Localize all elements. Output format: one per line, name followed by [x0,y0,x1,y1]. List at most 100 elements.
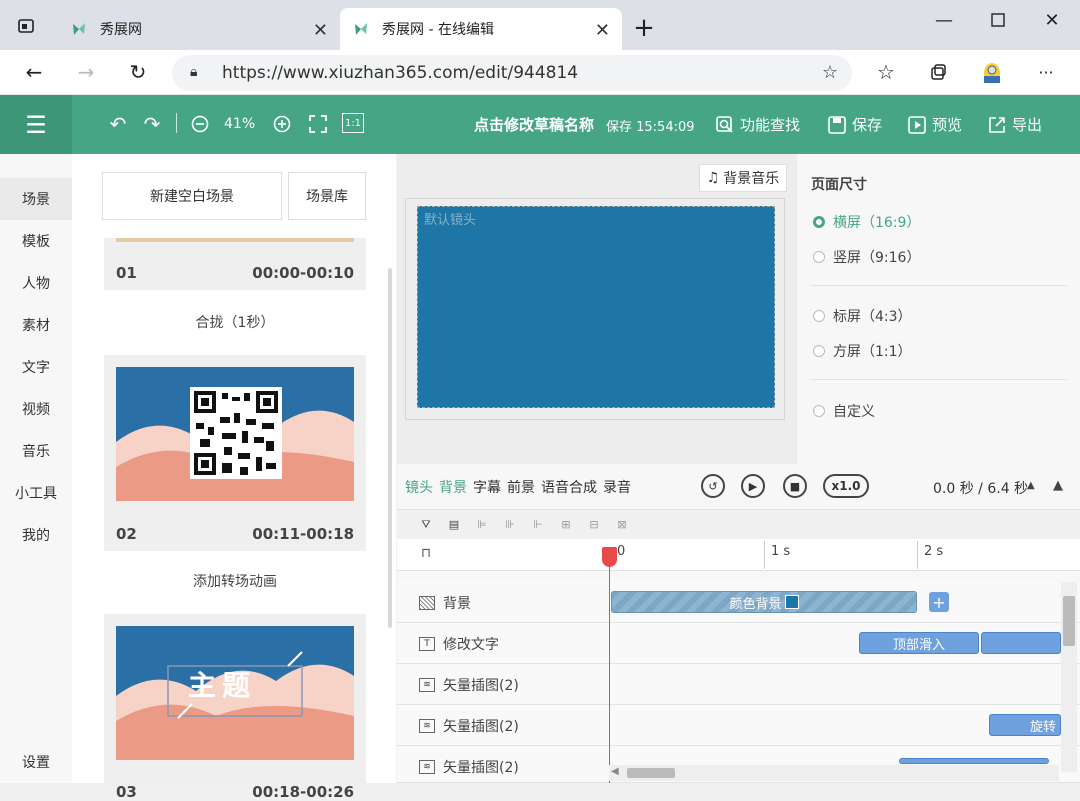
sidebar-item-settings[interactable]: 设置 [0,741,72,783]
animation-clip[interactable]: 顶部滑入 [859,632,979,654]
more-menu-icon[interactable]: ··· [1030,56,1062,88]
sidebar-item-mine[interactable]: 我的 [0,514,72,556]
scene-card-1[interactable]: 01 00:00-00:10 [104,238,366,290]
reload-button[interactable]: ↻ [122,56,154,88]
animation-clip[interactable] [981,632,1061,654]
undo-icon[interactable]: ↶ [106,112,130,136]
left-sidebar: 场景 模板 人物 素材 文字 视频 音乐 小工具 我的 设置 [0,154,72,783]
tab-background[interactable]: 背景 [439,477,467,497]
zoom-in-timeline-icon[interactable]: ▲ [1053,478,1063,493]
fit-screen-icon[interactable] [306,112,330,136]
save-button[interactable]: 保存 [828,114,882,135]
sidebar-item-material[interactable]: 素材 [0,304,72,346]
tab-foreground[interactable]: 前景 [507,477,535,497]
draft-title[interactable]: 点击修改草稿名称 [474,114,594,135]
sidebar-item-music[interactable]: 音乐 [0,430,72,472]
zoom-out-timeline-icon[interactable]: ▲ [1027,480,1035,491]
sidebar-item-video[interactable]: 视频 [0,388,72,430]
layers-icon[interactable]: ▤ [447,518,461,531]
radio-portrait[interactable]: 竖屏（9:16） [813,247,920,267]
export-button[interactable]: 导出 [988,114,1042,135]
hamburger-menu-icon[interactable]: ☰ [0,95,72,154]
zoom-out-icon[interactable] [188,112,212,136]
track-row: 背景 颜色背景 + [397,582,1080,623]
playhead-handle[interactable] [602,547,617,567]
timeline-panel: 镜头 背景 字幕 前景 语音合成 录音 ↺ ▶ ■ x1.0 0.0 秒 / 6… [397,464,1080,783]
ruler-label-2: 2 s [924,544,944,559]
preview-button[interactable]: 预览 [908,114,962,135]
scroll-left-icon[interactable]: ◀ [611,766,619,777]
timeline-vertical-scrollbar[interactable] [1061,582,1077,772]
back-button[interactable]: ← [18,56,50,88]
sidebar-item-tools[interactable]: 小工具 [0,472,72,514]
sidebar-item-template[interactable]: 模板 [0,220,72,262]
forward-button[interactable]: → [70,56,102,88]
tab-shot[interactable]: 镜头 [405,477,433,497]
new-blank-scene-button[interactable]: 新建空白场景 [102,172,282,220]
zoom-in-icon[interactable] [270,112,294,136]
tab-actions-icon[interactable] [14,14,38,38]
add-clip-button[interactable]: + [929,592,949,612]
tab-2-active[interactable]: 秀展网 - 在线编辑 ✕ [340,8,622,50]
transition-label[interactable]: 合拢（1秒） [104,312,366,332]
site-logo-icon [73,23,85,35]
sidebar-item-character[interactable]: 人物 [0,262,72,304]
favorite-add-icon[interactable]: ☆ [822,62,838,83]
track-label: 背景 [419,582,471,623]
favorites-icon[interactable]: ☆ [870,56,902,88]
magnet-icon[interactable]: ⊓ [421,546,431,561]
speed-button[interactable]: x1.0 [823,474,869,498]
background-icon [419,595,435,610]
rotate-clip[interactable]: 旋转 [989,714,1061,736]
actual-size-button[interactable]: 1:1 [342,113,364,133]
maximize-button[interactable] [982,4,1014,36]
scrollbar-thumb[interactable] [1063,596,1075,646]
stage-canvas[interactable]: 默认镜头 [417,206,775,408]
stack-up-icon[interactable]: ⊟ [587,518,601,531]
color-background-clip[interactable]: 颜色背景 [611,591,917,613]
profile-avatar[interactable] [976,56,1008,88]
redo-icon[interactable]: ↷ [140,112,164,136]
radio-dot [813,216,825,228]
find-feature-button[interactable]: 功能查找 [716,114,800,135]
tab-1[interactable]: 秀展网 ✕ [58,8,340,50]
color-swatch[interactable] [784,595,799,609]
scene-panel-scrollbar[interactable] [388,268,392,628]
close-icon[interactable]: ✕ [313,20,328,41]
scrollbar-thumb[interactable] [627,768,675,778]
sidebar-item-scene[interactable]: 场景 [0,178,72,220]
timeline-horizontal-scrollbar[interactable]: ◀ [609,765,1059,781]
tab-subtitle[interactable]: 字幕 [473,477,501,497]
window-close-button[interactable]: ✕ [1036,4,1068,36]
replay-icon[interactable]: ↺ [701,474,725,498]
background-music-button[interactable]: ♫ 背景音乐 [699,164,787,192]
collections-icon[interactable] [922,56,954,88]
new-tab-button[interactable]: + [628,12,660,44]
stop-icon[interactable]: ■ [783,474,807,498]
save-status: 保存 15:54:09 [606,120,695,135]
stack-down-icon[interactable]: ⊠ [615,518,629,531]
scene-library-button[interactable]: 场景库 [288,172,366,220]
scene-card-3[interactable]: 主题 03 00:18-00:26 [104,614,366,801]
distribute-icon[interactable]: ⊞ [559,518,573,531]
filter-icon[interactable]: ⛛ [419,518,433,531]
radio-standard[interactable]: 标屏（4:3） [813,306,912,326]
tab-tts[interactable]: 语音合成 [541,477,597,497]
play-icon[interactable]: ▶ [741,474,765,498]
scene-card-2[interactable]: 02 00:11-00:18 [104,355,366,551]
radio-square[interactable]: 方屏（1:1） [813,341,912,361]
radio-custom[interactable]: 自定义 [813,401,875,421]
minimize-button[interactable]: — [928,4,960,36]
canvas-area: ♫ 背景音乐 默认镜头 [397,154,797,464]
url-field[interactable]: 🔒︎ https://www.xiuzhan365.com/edit/94481… [172,55,852,91]
radio-landscape[interactable]: 横屏（16:9） [813,212,920,232]
animation-clip[interactable] [899,758,1049,764]
add-transition-link[interactable]: 添加转场动画 [104,571,366,591]
align-left-icon[interactable]: ⊫ [475,518,489,531]
align-right-icon[interactable]: ⊩ [531,518,545,531]
sidebar-item-text[interactable]: 文字 [0,346,72,388]
close-icon[interactable]: ✕ [595,20,610,41]
align-center-icon[interactable]: ⊪ [503,518,517,531]
tab-record[interactable]: 录音 [603,477,631,497]
track-name: 矢量插图(2) [443,759,519,776]
